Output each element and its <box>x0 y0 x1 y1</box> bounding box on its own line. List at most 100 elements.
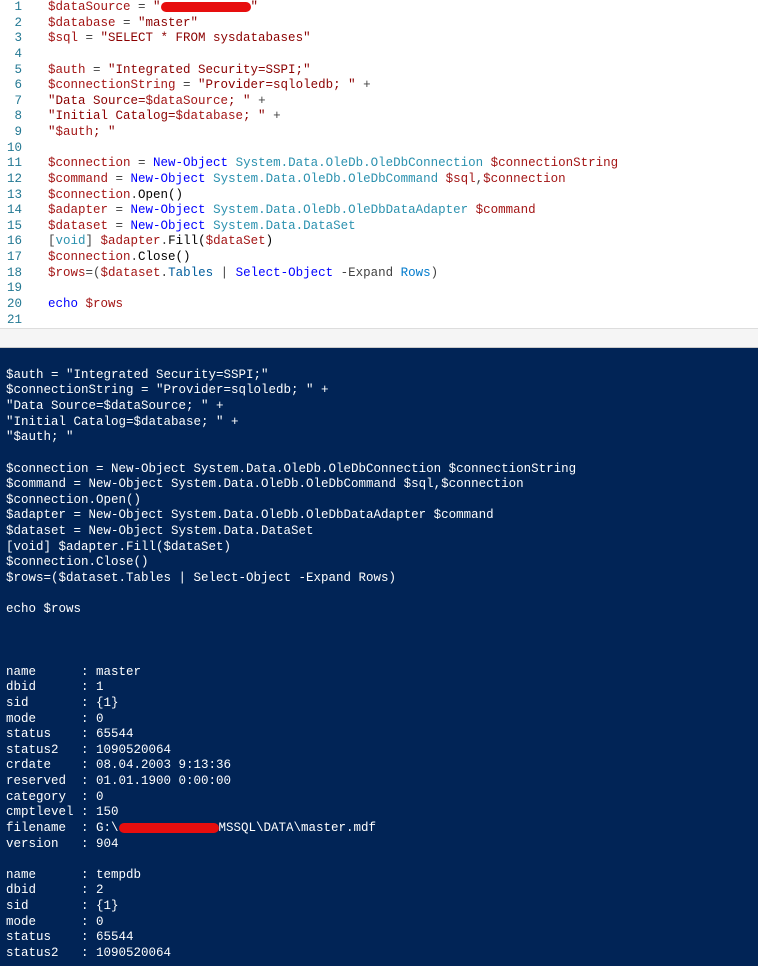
code-token: = <box>116 16 139 30</box>
code-token <box>228 156 236 170</box>
terminal-line: name : tempdb <box>6 868 752 884</box>
line-number: 19 <box>0 281 30 297</box>
code-token: $connection <box>48 250 131 264</box>
terminal-line: status : 65544 <box>6 727 752 743</box>
code-line[interactable]: 20echo $rows <box>0 297 758 313</box>
line-number: 2 <box>0 16 30 32</box>
code-line[interactable]: 16[void] $adapter.Fill($dataSet) <box>0 234 758 250</box>
line-number: 1 <box>0 0 30 16</box>
terminal-line: sid : {1} <box>6 899 752 915</box>
code-token: " <box>48 125 56 139</box>
code-content[interactable] <box>30 313 758 329</box>
terminal-line: $connection.Open() <box>6 493 752 509</box>
code-line[interactable]: 8"Initial Catalog=$database; " + <box>0 109 758 125</box>
terminal-line <box>6 618 752 634</box>
code-content[interactable]: $rows=($dataset.Tables | Select-Object -… <box>30 266 758 282</box>
code-content[interactable]: $auth = "Integrated Security=SSPI;" <box>30 63 758 79</box>
code-token: $database <box>176 109 244 123</box>
code-line[interactable]: 10 <box>0 141 758 157</box>
code-content[interactable] <box>30 47 758 63</box>
code-token: ; " <box>93 125 116 139</box>
line-number: 16 <box>0 234 30 250</box>
code-token: New-Object <box>131 172 206 186</box>
code-line[interactable]: 9"$auth; " <box>0 125 758 141</box>
splitter-bar[interactable] <box>0 328 758 348</box>
code-token: "Initial Catalog= <box>48 109 176 123</box>
code-content[interactable]: $connection.Close() <box>30 250 758 266</box>
code-content[interactable]: echo $rows <box>30 297 758 313</box>
code-token: + <box>266 109 289 123</box>
code-token: $dataSource <box>48 0 131 14</box>
code-line[interactable]: 15$dataset = New-Object System.Data.Data… <box>0 219 758 235</box>
code-content[interactable]: $command = New-Object System.Data.OleDb.… <box>30 172 758 188</box>
code-line[interactable]: 4 <box>0 47 758 63</box>
code-line[interactable]: 11$connection = New-Object System.Data.O… <box>0 156 758 172</box>
code-editor[interactable]: 1$dataSource = " "2$database = "master"3… <box>0 0 758 328</box>
code-token: . <box>131 188 139 202</box>
redacted-text <box>161 2 251 12</box>
code-line[interactable]: 18$rows=($dataset.Tables | Select-Object… <box>0 266 758 282</box>
code-token: . <box>131 250 139 264</box>
code-token <box>206 203 214 217</box>
code-token: $dataSet <box>206 234 266 248</box>
code-line[interactable]: 6$connectionString = "Provider=sqloledb;… <box>0 78 758 94</box>
code-token: + <box>251 94 274 108</box>
code-token: = <box>86 63 109 77</box>
code-content[interactable]: $connection = New-Object System.Data.Ole… <box>30 156 758 172</box>
code-token: $sql <box>446 172 476 186</box>
code-token: $connectionString <box>48 78 176 92</box>
code-token <box>206 172 214 186</box>
terminal-output[interactable]: $auth = "Integrated Security=SSPI;"$conn… <box>0 348 758 965</box>
code-content[interactable]: "$auth; " <box>30 125 758 141</box>
code-line[interactable]: 17$connection.Close() <box>0 250 758 266</box>
code-token: New-Object <box>153 156 228 170</box>
code-token <box>206 219 214 233</box>
code-token: $sql <box>48 31 78 45</box>
code-content[interactable]: $connection.Open() <box>30 188 758 204</box>
code-line[interactable]: 13$connection.Open() <box>0 188 758 204</box>
code-content[interactable]: $connectionString = "Provider=sqloledb; … <box>30 78 758 94</box>
code-content[interactable] <box>30 281 758 297</box>
code-line[interactable]: 14$adapter = New-Object System.Data.OleD… <box>0 203 758 219</box>
code-token: System.Data.OleDb.OleDbConnection <box>236 156 484 170</box>
terminal-line: $command = New-Object System.Data.OleDb.… <box>6 477 752 493</box>
code-token: + <box>356 78 379 92</box>
code-content[interactable]: "Data Source=$dataSource; " + <box>30 94 758 110</box>
code-content[interactable]: $adapter = New-Object System.Data.OleDb.… <box>30 203 758 219</box>
code-line[interactable]: 3$sql = "SELECT * FROM sysdatabases" <box>0 31 758 47</box>
line-number: 14 <box>0 203 30 219</box>
code-token <box>468 203 476 217</box>
terminal-line: $connectionString = "Provider=sqloledb; … <box>6 383 752 399</box>
code-line[interactable]: 1$dataSource = " " <box>0 0 758 16</box>
code-content[interactable]: [void] $adapter.Fill($dataSet) <box>30 234 758 250</box>
code-line[interactable]: 19 <box>0 281 758 297</box>
code-line[interactable]: 21 <box>0 313 758 329</box>
code-content[interactable]: "Initial Catalog=$database; " + <box>30 109 758 125</box>
code-token: "Data Source= <box>48 94 146 108</box>
code-line[interactable]: 7"Data Source=$dataSource; " + <box>0 94 758 110</box>
code-content[interactable] <box>30 141 758 157</box>
code-content[interactable]: $sql = "SELECT * FROM sysdatabases" <box>30 31 758 47</box>
terminal-line <box>6 587 752 603</box>
terminal-line: [void] $adapter.Fill($dataSet) <box>6 540 752 556</box>
code-token: . <box>161 234 169 248</box>
code-content[interactable]: $dataset = New-Object System.Data.DataSe… <box>30 219 758 235</box>
line-number: 9 <box>0 125 30 141</box>
code-token: -Expand <box>333 266 401 280</box>
terminal-line: "Initial Catalog=$database; " + <box>6 415 752 431</box>
code-content[interactable]: $database = "master" <box>30 16 758 32</box>
code-token: $dataset <box>48 219 108 233</box>
code-line[interactable]: 12$command = New-Object System.Data.OleD… <box>0 172 758 188</box>
terminal-line: name : master <box>6 665 752 681</box>
code-token: = <box>78 31 101 45</box>
code-token: = <box>131 156 154 170</box>
code-line[interactable]: 2$database = "master" <box>0 16 758 32</box>
terminal-line: $connection = New-Object System.Data.Ole… <box>6 462 752 478</box>
terminal-line: status : 65544 <box>6 930 752 946</box>
code-token: $adapter <box>48 203 108 217</box>
code-content[interactable]: $dataSource = " " <box>30 0 758 16</box>
code-token: $adapter <box>101 234 161 248</box>
code-token: System.Data.DataSet <box>213 219 356 233</box>
code-line[interactable]: 5$auth = "Integrated Security=SSPI;" <box>0 63 758 79</box>
code-token <box>78 297 86 311</box>
